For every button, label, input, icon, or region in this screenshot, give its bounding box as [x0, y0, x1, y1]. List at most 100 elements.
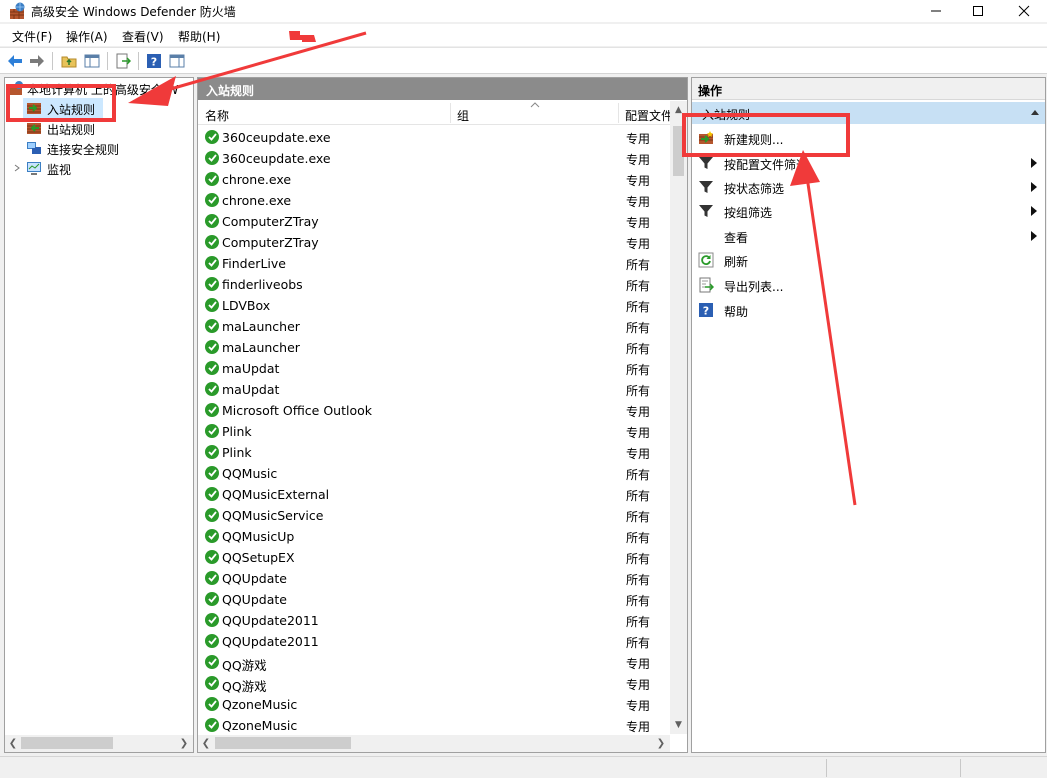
enabled-check-icon — [205, 235, 219, 249]
menu-file[interactable]: 文件(F) — [12, 28, 52, 45]
column-headers: 名称 组 配置文件 — [198, 101, 687, 125]
table-row[interactable]: 360ceupdate.exe 专用 — [198, 148, 670, 169]
enabled-check-icon — [205, 151, 219, 165]
rules-pane-header: 入站规则 — [198, 78, 687, 100]
submenu-arrow-icon — [1031, 182, 1037, 192]
scrollbar-thumb[interactable] — [21, 737, 113, 749]
action-item[interactable]: 按状态筛选 — [692, 175, 1045, 199]
rule-profile: 所有 — [626, 468, 651, 482]
close-button[interactable] — [1002, 0, 1046, 22]
submenu-arrow-icon — [1031, 206, 1037, 216]
table-row[interactable]: QQMusic 所有 — [198, 463, 670, 484]
rule-profile: 所有 — [626, 384, 651, 398]
back-button[interactable] — [5, 51, 25, 71]
table-row[interactable]: FinderLive 所有 — [198, 253, 670, 274]
action-item[interactable]: ? 帮助 — [692, 298, 1045, 322]
rule-profile: 专用 — [626, 447, 651, 461]
scroll-left-icon[interactable]: ❮ — [199, 736, 213, 750]
table-row[interactable]: QQ游戏 专用 — [198, 673, 670, 694]
table-row[interactable]: 360ceupdate.exe 专用 — [198, 127, 670, 148]
rules-horizontal-scrollbar[interactable]: ❮ ❯ — [198, 735, 670, 752]
scroll-right-icon[interactable]: ❯ — [654, 736, 668, 750]
scroll-left-icon[interactable]: ❮ — [6, 736, 20, 750]
table-row[interactable]: QzoneMusic 专用 — [198, 694, 670, 715]
table-row[interactable]: QQMusicUp 所有 — [198, 526, 670, 547]
menu-view[interactable]: 查看(V) — [122, 28, 164, 45]
table-row[interactable]: chrone.exe 专用 — [198, 169, 670, 190]
table-row[interactable]: QQUpdate 所有 — [198, 589, 670, 610]
annotation-box-inbound-rules — [6, 84, 116, 122]
action-item[interactable]: 导出列表... — [692, 273, 1045, 297]
menu-bar: 文件(F) 操作(A) 查看(V) 帮助(H) — [0, 24, 1047, 46]
rule-name: 360ceupdate.exe — [222, 130, 331, 145]
enabled-check-icon — [205, 424, 219, 438]
rule-profile: 专用 — [626, 216, 651, 230]
table-row[interactable]: QQUpdate 所有 — [198, 568, 670, 589]
title-bar: 高级安全 Windows Defender 防火墙 — [0, 0, 1047, 22]
show-hide-action-pane-button[interactable] — [167, 51, 187, 71]
actions-pane: 操作 入站规则 新建规则... 按配置文件筛选 按状态筛选 按组筛选 查看 刷新 导出列表.… — [691, 77, 1046, 753]
enabled-check-icon — [205, 487, 219, 501]
table-row[interactable]: QQMusicExternal 所有 — [198, 484, 670, 505]
table-row[interactable]: Plink 专用 — [198, 442, 670, 463]
tree-horizontal-scrollbar[interactable]: ❮ ❯ — [5, 735, 193, 752]
table-row[interactable]: Plink 专用 — [198, 421, 670, 442]
table-row[interactable]: ComputerZTray 专用 — [198, 211, 670, 232]
rule-profile: 所有 — [626, 258, 651, 272]
rule-name: FinderLive — [222, 256, 286, 271]
rules-vertical-scrollbar[interactable]: ▲ ▼ — [670, 101, 687, 734]
table-row[interactable]: QzoneMusic 专用 — [198, 715, 670, 736]
table-row[interactable]: finderliveobs 所有 — [198, 274, 670, 295]
table-row[interactable]: QQ游戏 专用 — [198, 652, 670, 673]
scroll-down-icon[interactable]: ▼ — [672, 718, 685, 731]
help-button[interactable]: ? — [144, 51, 164, 71]
enabled-check-icon — [205, 361, 219, 375]
table-row[interactable]: QQUpdate2011 所有 — [198, 631, 670, 652]
column-name-header[interactable]: 名称 — [198, 101, 450, 125]
scrollbar-thumb[interactable] — [215, 737, 351, 749]
table-row[interactable]: ComputerZTray 专用 — [198, 232, 670, 253]
column-profile-header[interactable]: 配置文件 — [618, 101, 673, 125]
action-item[interactable]: 查看 — [692, 224, 1045, 248]
rule-name: QQMusicService — [222, 508, 324, 523]
collapse-up-icon[interactable] — [1030, 109, 1040, 116]
export-list-button[interactable] — [113, 51, 133, 71]
up-level-button[interactable] — [59, 51, 79, 71]
rule-name: maUpdat — [222, 361, 280, 376]
rule-name: chrone.exe — [222, 193, 292, 208]
table-row[interactable]: maLauncher 所有 — [198, 337, 670, 358]
table-row[interactable]: chrone.exe 专用 — [198, 190, 670, 211]
table-row[interactable]: Microsoft Office Outlook 专用 — [198, 400, 670, 421]
action-item[interactable]: 刷新 — [692, 248, 1045, 272]
table-row[interactable]: maLauncher 所有 — [198, 316, 670, 337]
column-group-header[interactable]: 组 — [450, 101, 618, 125]
forward-button[interactable] — [27, 51, 47, 71]
action-item[interactable]: 按组筛选 — [692, 199, 1045, 223]
rule-name: QQ游戏 — [222, 679, 267, 694]
close-icon — [1018, 5, 1030, 17]
menu-help[interactable]: 帮助(H) — [178, 28, 220, 45]
table-row[interactable]: QQMusicService 所有 — [198, 505, 670, 526]
table-row[interactable]: QQUpdate2011 所有 — [198, 610, 670, 631]
enabled-check-icon — [205, 193, 219, 207]
table-row[interactable]: QQSetupEX 所有 — [198, 547, 670, 568]
scroll-right-icon[interactable]: ❯ — [177, 736, 191, 750]
firewall-app-icon — [10, 2, 25, 19]
menu-action[interactable]: 操作(A) — [66, 28, 108, 45]
table-row[interactable]: LDVBox 所有 — [198, 295, 670, 316]
table-row[interactable]: maUpdat 所有 — [198, 358, 670, 379]
console-tree: 本地计算机 上的高级安全 W 入站规则 出站规则 连接安全规则 监视 ❮ ❯ — [4, 77, 194, 753]
rule-profile: 专用 — [626, 657, 651, 671]
column-profile-label: 配置文件 — [625, 109, 673, 123]
rule-name: Plink — [222, 445, 252, 460]
rule-profile: 专用 — [626, 153, 651, 167]
table-row[interactable]: maUpdat 所有 — [198, 379, 670, 400]
show-hide-tree-button[interactable] — [82, 51, 102, 71]
tree-item-label: 监视 — [47, 163, 72, 177]
tree-item-connection-security-rules[interactable]: 连接安全规则 — [23, 138, 173, 158]
maximize-button[interactable] — [956, 0, 1000, 22]
minimize-button[interactable] — [914, 0, 958, 22]
filter-icon — [698, 179, 714, 195]
rule-profile: 专用 — [626, 699, 651, 713]
tree-item-monitoring[interactable]: 监视 — [9, 158, 169, 178]
